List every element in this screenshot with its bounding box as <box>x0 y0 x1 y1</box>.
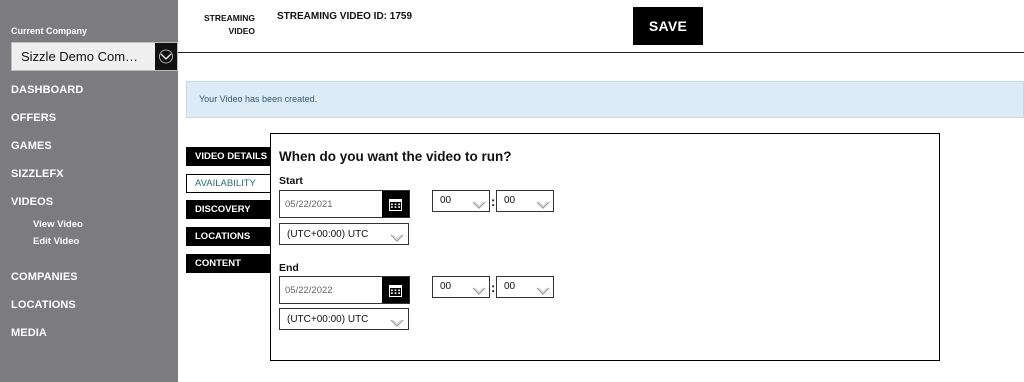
nav-offers[interactable]: OFFERS <box>11 112 56 124</box>
availability-title: When do you want the video to run? <box>279 149 512 164</box>
tab-discovery[interactable]: DISCOVERY <box>186 200 271 219</box>
end-timezone-select[interactable]: (UTC+00:00) UTC <box>279 308 409 330</box>
sidebar: Current Company Sizzle Demo Com… DASHBOA… <box>0 0 178 382</box>
page-caption-line2: VIDEO <box>228 26 255 36</box>
nav-locations[interactable]: LOCATIONS <box>11 299 76 311</box>
subnav-view-video[interactable]: View Video <box>33 219 83 230</box>
start-date-value: 05/22/2021 <box>285 199 333 210</box>
nav-videos[interactable]: VIDEOS <box>11 196 53 208</box>
nav-companies[interactable]: COMPANIES <box>11 271 78 283</box>
start-hour-value: 00 <box>440 195 452 206</box>
subnav-edit-video[interactable]: Edit Video <box>33 236 79 247</box>
end-date-field[interactable]: 05/22/2022 <box>279 276 410 304</box>
page-caption-line1: STREAMING <box>204 13 255 23</box>
success-alert: Your Video has been created. <box>186 81 1024 118</box>
company-select[interactable]: Sizzle Demo Com… <box>11 42 178 71</box>
start-label: Start <box>279 175 303 187</box>
start-date-field[interactable]: 05/22/2021 <box>279 190 410 218</box>
calendar-icon[interactable] <box>382 191 409 217</box>
company-select-value: Sizzle Demo Com… <box>21 49 139 64</box>
page-title: STREAMING VIDEO ID: 1759 <box>277 11 413 22</box>
calendar-icon[interactable] <box>382 277 409 303</box>
page-caption: STREAMING VIDEO <box>175 12 255 38</box>
chevron-down-icon <box>390 315 404 333</box>
end-timezone-value: (UTC+00:00) UTC <box>287 314 369 325</box>
tab-content[interactable]: CONTENT <box>186 254 271 273</box>
end-label: End <box>279 262 299 274</box>
start-minute-value: 00 <box>504 195 516 206</box>
nav-media[interactable]: MEDIA <box>11 327 47 339</box>
start-timezone-value: (UTC+00:00) UTC <box>287 229 369 240</box>
start-hour-select[interactable]: 00 <box>432 190 490 212</box>
chevron-down-icon <box>390 230 404 248</box>
start-minute-select[interactable]: 00 <box>496 190 554 212</box>
save-button[interactable]: SAVE <box>633 7 703 45</box>
tab-locations[interactable]: LOCATIONS <box>186 227 271 246</box>
time-separator: : <box>491 194 496 209</box>
nav-games[interactable]: GAMES <box>11 140 52 152</box>
chevron-down-icon <box>536 197 550 215</box>
time-separator: : <box>491 280 496 295</box>
current-company-label: Current Company <box>11 26 88 36</box>
end-minute-select[interactable]: 00 <box>496 276 554 298</box>
nav-dashboard[interactable]: DASHBOARD <box>11 84 83 96</box>
chevron-down-icon[interactable] <box>155 43 177 70</box>
chevron-down-icon <box>536 283 550 301</box>
alert-message: Your Video has been created. <box>199 94 318 104</box>
chevron-down-icon <box>472 197 486 215</box>
end-hour-value: 00 <box>440 281 452 292</box>
header-divider <box>178 52 1024 53</box>
chevron-down-icon <box>472 283 486 301</box>
start-timezone-select[interactable]: (UTC+00:00) UTC <box>279 223 409 245</box>
end-hour-select[interactable]: 00 <box>432 276 490 298</box>
tab-availability[interactable]: AVAILABILITY <box>186 174 271 193</box>
nav-sizzlefx[interactable]: SIZZLEFX <box>11 168 64 180</box>
end-date-value: 05/22/2022 <box>285 285 333 296</box>
tab-video-details[interactable]: VIDEO DETAILS <box>186 147 271 166</box>
end-minute-value: 00 <box>504 281 516 292</box>
